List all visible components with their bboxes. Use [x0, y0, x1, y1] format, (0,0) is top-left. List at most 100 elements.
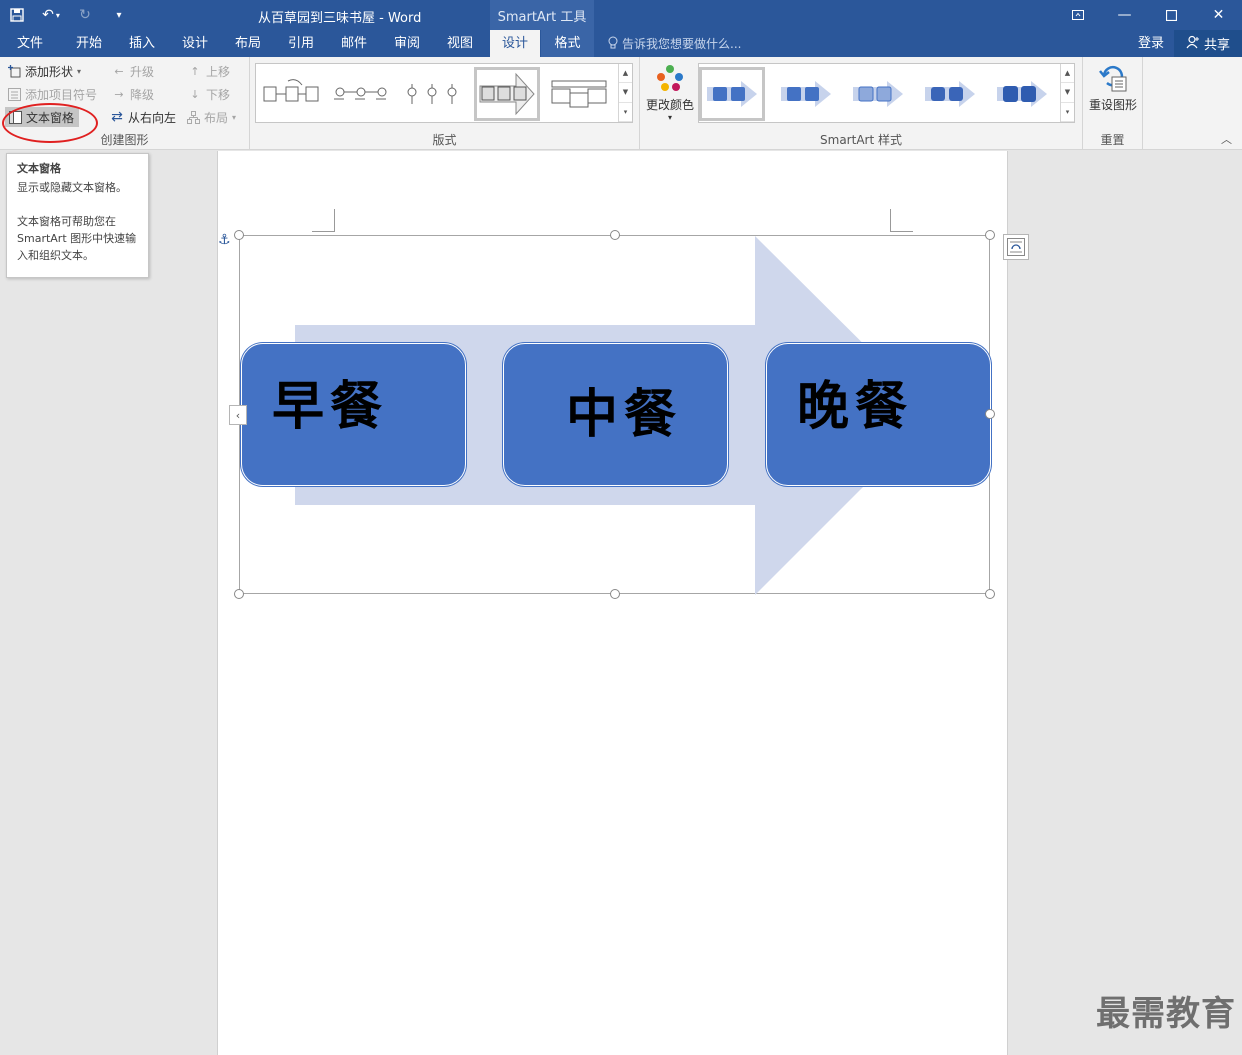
document-title: 从百草园到三味书屋 - Word: [258, 11, 422, 26]
share-button[interactable]: 共享: [1174, 30, 1242, 57]
anchor-icon: ⚓: [218, 232, 231, 248]
arrow-down-icon: ↓: [190, 87, 200, 101]
quick-access-toolbar: ↶ ▾ ↻ ▾: [0, 0, 136, 30]
process-box-2[interactable]: 中餐: [503, 343, 728, 486]
layout-thumb-5[interactable]: [546, 67, 612, 121]
tab-references[interactable]: 引用: [276, 30, 326, 57]
move-up-button[interactable]: ↑ 上移: [188, 61, 230, 81]
save-icon[interactable]: [0, 0, 34, 30]
style-thumb-2[interactable]: [773, 67, 839, 121]
minimize-icon[interactable]: —: [1101, 0, 1148, 30]
scroll-up-icon[interactable]: ▲: [619, 64, 632, 84]
text-pane-toggle-icon[interactable]: ‹: [229, 405, 247, 425]
chevron-down-icon: ▾: [77, 66, 82, 76]
layout-button[interactable]: 布局 ▾: [186, 107, 236, 127]
group-label-layouts: 版式: [432, 133, 457, 147]
close-icon[interactable]: ✕: [1195, 0, 1242, 30]
tab-mailings[interactable]: 邮件: [329, 30, 379, 57]
title-bar: ↶ ▾ ↻ ▾ 从百草园到三味书屋 - Word SmartArt 工具 — ✕: [0, 0, 1242, 30]
org-chart-icon: [186, 110, 200, 124]
resize-handle-nw[interactable]: [234, 230, 244, 240]
add-bullet-button[interactable]: 添加项目符号: [7, 84, 97, 104]
sign-in-link[interactable]: 登录: [1138, 30, 1164, 57]
change-colors-button[interactable]: 更改颜色 ▾: [646, 63, 694, 122]
reset-graphic-button[interactable]: 重设图形: [1087, 63, 1139, 113]
tab-file[interactable]: 文件: [6, 30, 54, 57]
tab-design[interactable]: 设计: [170, 30, 220, 57]
style-thumb-1-selected[interactable]: [699, 67, 765, 121]
demote-button[interactable]: → 降级: [112, 84, 154, 104]
process-box-1-text: 早餐: [272, 376, 389, 437]
layout-thumb-1[interactable]: [258, 67, 324, 121]
swap-arrows-icon: ⇄: [111, 109, 123, 125]
layout-thumb-2[interactable]: [328, 67, 394, 121]
ribbon: 添加形状 ▾ 添加项目符号 文本窗格 ← 升级 → 降级 ⇄ 从右向左 ↑ 上移…: [0, 57, 1242, 150]
add-shape-icon: [7, 64, 21, 78]
resize-handle-e[interactable]: [985, 409, 995, 419]
resize-handle-sw[interactable]: [234, 589, 244, 599]
style-thumb-3[interactable]: [845, 67, 911, 121]
tab-review[interactable]: 审阅: [382, 30, 432, 57]
watermark-text: 最需教育: [1096, 994, 1236, 1034]
resize-handle-ne[interactable]: [985, 230, 995, 240]
process-box-2-text: 中餐: [566, 384, 683, 445]
right-to-left-button[interactable]: ⇄ 从右向左: [110, 107, 176, 127]
person-icon: [1186, 35, 1200, 53]
gallery-more-icon[interactable]: ▾: [619, 103, 632, 122]
style-thumb-5[interactable]: [989, 67, 1055, 121]
scroll-down-icon[interactable]: ▼: [619, 83, 632, 103]
customize-qat-icon[interactable]: ▾: [102, 0, 136, 30]
color-palette-icon: [655, 63, 685, 96]
arrow-up-icon: ↑: [190, 64, 200, 78]
add-shape-button[interactable]: 添加形状 ▾: [7, 61, 81, 81]
process-box-3-text: 晚餐: [797, 376, 914, 437]
styles-gallery-scroll[interactable]: ▲ ▼ ▾: [1060, 64, 1074, 122]
style-thumb-4[interactable]: [917, 67, 983, 121]
styles-gallery[interactable]: ▲ ▼ ▾: [698, 63, 1075, 123]
group-layouts: ▲ ▼ ▾ 版式: [250, 57, 640, 150]
tab-layout[interactable]: 布局: [223, 30, 273, 57]
window-controls: — ✕: [1054, 0, 1242, 30]
crop-mark: [890, 209, 913, 232]
highlight-circle: [2, 103, 98, 143]
move-down-button[interactable]: ↓ 下移: [188, 84, 230, 104]
layout-thumb-4-selected[interactable]: [474, 67, 540, 121]
tell-me-search[interactable]: 告诉我您想要做什么...: [608, 30, 741, 57]
text-pane-tooltip: 文本窗格 显示或隐藏文本窗格。 文本窗格可帮助您在 SmartArt 图形中快速…: [6, 153, 149, 278]
resize-handle-n[interactable]: [610, 230, 620, 240]
ribbon-tabs: 文件 开始 插入 设计 布局 引用 邮件 审阅 视图 设计 格式 告诉我您想要做…: [0, 30, 1242, 57]
bullet-list-icon: [7, 87, 21, 101]
tab-home[interactable]: 开始: [64, 30, 114, 57]
resize-handle-s[interactable]: [610, 589, 620, 599]
arrow-right-icon: →: [114, 87, 124, 101]
tooltip-line1: 显示或隐藏文本窗格。: [17, 181, 127, 194]
tab-insert[interactable]: 插入: [117, 30, 167, 57]
lightbulb-icon: [608, 36, 618, 52]
scroll-down-icon[interactable]: ▼: [1061, 83, 1074, 103]
group-label-styles: SmartArt 样式: [820, 133, 902, 147]
maximize-icon[interactable]: [1148, 0, 1195, 30]
process-box-3[interactable]: 晚餐: [766, 343, 991, 486]
gallery-more-icon[interactable]: ▾: [1061, 103, 1074, 122]
smartart-graphic[interactable]: 早餐 中餐 晚餐: [234, 230, 995, 599]
undo-icon[interactable]: ↶ ▾: [34, 0, 68, 30]
promote-button[interactable]: ← 升级: [112, 61, 154, 81]
tab-smartart-format[interactable]: 格式: [541, 30, 594, 57]
layout-options-icon[interactable]: [1003, 234, 1029, 260]
layout-thumb-3[interactable]: [398, 67, 464, 121]
ribbon-display-options-icon[interactable]: [1054, 0, 1101, 30]
tooltip-title: 文本窗格: [17, 162, 61, 175]
scroll-up-icon[interactable]: ▲: [1061, 64, 1074, 84]
redo-icon[interactable]: ↻: [68, 0, 102, 30]
process-box-1[interactable]: 早餐: [241, 343, 466, 486]
share-label: 共享: [1203, 38, 1230, 53]
collapse-ribbon-icon[interactable]: ︿: [1221, 131, 1232, 147]
smartart-tools-header: SmartArt 工具: [490, 0, 594, 30]
group-label-reset: 重置: [1100, 133, 1125, 147]
layouts-gallery[interactable]: ▲ ▼ ▾: [255, 63, 633, 123]
layouts-gallery-scroll[interactable]: ▲ ▼ ▾: [618, 64, 632, 122]
resize-handle-se[interactable]: [985, 589, 995, 599]
tab-smartart-design[interactable]: 设计: [490, 30, 540, 57]
tab-view[interactable]: 视图: [435, 30, 485, 57]
chevron-down-icon: ▾: [232, 112, 237, 122]
